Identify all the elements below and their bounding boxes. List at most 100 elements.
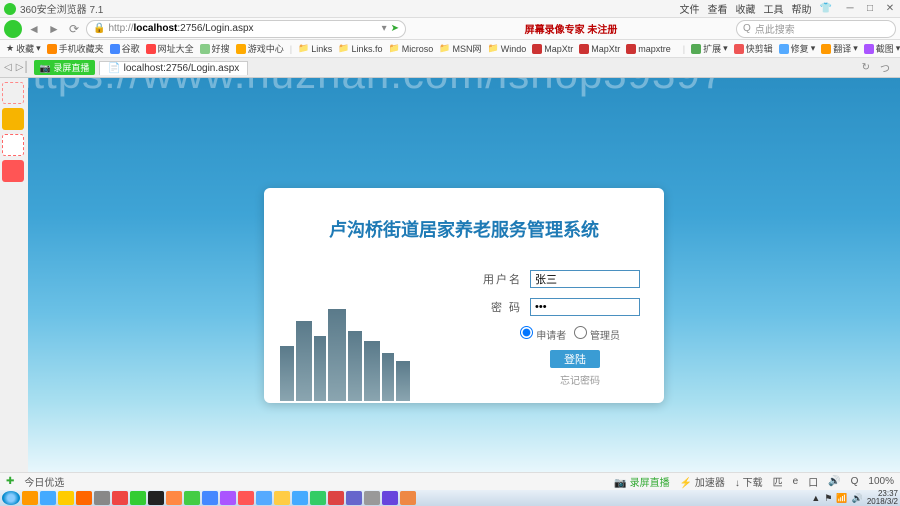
address-bar[interactable]: 🔒 http:// localhost :2756/Login.aspx ▾ ➤ bbox=[86, 20, 406, 38]
task-icon[interactable] bbox=[292, 491, 308, 505]
task-icon[interactable] bbox=[256, 491, 272, 505]
go-icon[interactable]: ➤ bbox=[391, 23, 399, 34]
side-360-icon[interactable] bbox=[2, 82, 24, 104]
role-admin[interactable]: 管理员 bbox=[574, 326, 620, 342]
status-item[interactable]: e bbox=[793, 476, 799, 487]
fav-item[interactable]: MapXtr bbox=[532, 44, 573, 54]
back-icon[interactable]: ◄ bbox=[26, 21, 42, 37]
maximize-icon[interactable]: □ bbox=[864, 3, 876, 15]
task-icon[interactable] bbox=[112, 491, 128, 505]
minimize-icon[interactable]: ─ bbox=[844, 3, 856, 15]
task-icon[interactable] bbox=[220, 491, 236, 505]
fav-ext[interactable]: 截图 ▾ bbox=[864, 42, 900, 55]
fav-item[interactable]: 谷歌 bbox=[110, 42, 140, 55]
task-icon[interactable] bbox=[328, 491, 344, 505]
tab-refresh-icon[interactable]: ↻ bbox=[862, 62, 870, 73]
page-viewport: https://www.huzhan.com/ishop39397 卢沟桥街道居… bbox=[28, 78, 900, 472]
task-icon[interactable] bbox=[58, 491, 74, 505]
menu-tools[interactable]: 工具 bbox=[764, 1, 784, 16]
forgot-link[interactable]: 忘记密码 bbox=[560, 372, 600, 387]
fav-item[interactable]: 游戏中心 bbox=[236, 42, 284, 55]
fav-item[interactable]: 好搜 bbox=[200, 42, 230, 55]
side-weibo-icon[interactable] bbox=[2, 108, 24, 130]
status-item[interactable]: ⚡ 加速器 bbox=[680, 474, 725, 489]
lock-icon: 🔒 bbox=[93, 23, 105, 34]
tray-up-icon[interactable]: ▲ bbox=[811, 493, 820, 503]
page-tab[interactable]: 📄 localhost:2756/Login.aspx bbox=[99, 61, 248, 75]
fav-ext[interactable]: 扩展 ▾ bbox=[691, 42, 728, 55]
menu-help[interactable]: 帮助 bbox=[792, 1, 812, 16]
menu-skin-icon[interactable]: 👕 bbox=[820, 3, 832, 14]
url-host: localhost bbox=[133, 23, 177, 34]
fav-item[interactable]: ★ 收藏 ▾ bbox=[6, 42, 41, 55]
menu-favorites[interactable]: 收藏 bbox=[736, 1, 756, 16]
green-tab[interactable]: 📷 录屏直播 bbox=[34, 60, 96, 75]
task-icon[interactable] bbox=[382, 491, 398, 505]
recorder-banner: 屏幕录像专家 未注册 bbox=[410, 21, 732, 36]
status-item[interactable]: 📷 录屏直播 bbox=[614, 474, 669, 489]
fav-item[interactable]: MapXtr bbox=[579, 44, 620, 54]
task-icon[interactable] bbox=[40, 491, 56, 505]
fav-item[interactable]: 📁MSN网 bbox=[439, 42, 481, 55]
task-icon[interactable] bbox=[22, 491, 38, 505]
menu-file[interactable]: 文件 bbox=[680, 1, 700, 16]
fav-item[interactable]: 手机收藏夹 bbox=[47, 42, 104, 55]
fav-item[interactable]: 📁Links bbox=[298, 43, 332, 54]
task-icon[interactable] bbox=[238, 491, 254, 505]
tab-close-icon[interactable]: つ bbox=[880, 60, 890, 75]
status-item[interactable]: Q bbox=[851, 476, 859, 487]
task-icon[interactable] bbox=[184, 491, 200, 505]
task-icon[interactable] bbox=[274, 491, 290, 505]
tray-clock[interactable]: 23:37 2018/3/2 bbox=[867, 490, 898, 506]
password-input[interactable] bbox=[530, 298, 640, 316]
tray-net-icon[interactable]: 📶 bbox=[836, 493, 847, 504]
username-input[interactable] bbox=[530, 270, 640, 288]
tab-home-icon[interactable]: ▷│ bbox=[16, 62, 30, 73]
tab-back-icon[interactable]: ◁ bbox=[4, 62, 12, 73]
task-icon[interactable] bbox=[202, 491, 218, 505]
fav-item[interactable]: 📁Microso bbox=[389, 43, 434, 54]
add-icon[interactable]: ✚ bbox=[6, 476, 14, 487]
search-icon: Q bbox=[743, 23, 751, 34]
zoom-level[interactable]: 100% bbox=[868, 476, 894, 487]
side-shop-icon[interactable] bbox=[2, 160, 24, 182]
task-icon[interactable] bbox=[148, 491, 164, 505]
task-icon[interactable] bbox=[400, 491, 416, 505]
menu-view[interactable]: 查看 bbox=[708, 1, 728, 16]
status-item[interactable]: ↓ 下载 bbox=[735, 474, 763, 489]
fav-item[interactable]: 📁Links.fo bbox=[338, 43, 382, 54]
task-icon[interactable] bbox=[94, 491, 110, 505]
search-bar[interactable]: Q 点此搜索 bbox=[736, 20, 896, 38]
status-item[interactable]: 🔊 bbox=[828, 476, 840, 487]
password-label: 密 码 bbox=[482, 299, 522, 315]
fav-ext[interactable]: 修复 ▾ bbox=[779, 42, 816, 55]
login-button[interactable]: 登陆 bbox=[550, 350, 600, 368]
buildings-image bbox=[280, 306, 420, 401]
system-tray[interactable]: ▲ ⚑ 📶 🔊 23:37 2018/3/2 bbox=[811, 490, 898, 506]
fav-item[interactable]: 📁Windo bbox=[487, 43, 526, 54]
fav-item[interactable]: mapxtre bbox=[626, 44, 671, 54]
forward-icon[interactable]: ► bbox=[46, 21, 62, 37]
status-item[interactable]: 口 bbox=[808, 474, 818, 489]
tray-vol-icon[interactable]: 🔊 bbox=[852, 493, 863, 504]
browser-title: 360安全浏览器 7.1 bbox=[20, 1, 103, 16]
reload-icon[interactable]: ⟳ bbox=[66, 21, 82, 37]
username-row: 用户名 bbox=[288, 270, 640, 288]
side-app-icon[interactable] bbox=[2, 134, 24, 156]
status-item[interactable]: 匹 bbox=[773, 474, 783, 489]
task-icon[interactable] bbox=[166, 491, 182, 505]
task-icon[interactable] bbox=[130, 491, 146, 505]
close-icon[interactable]: ✕ bbox=[884, 3, 896, 15]
dropdown-icon[interactable]: ▾ bbox=[382, 23, 387, 34]
task-icon[interactable] bbox=[76, 491, 92, 505]
task-icon[interactable] bbox=[310, 491, 326, 505]
fav-ext[interactable]: 翻译 ▾ bbox=[821, 42, 858, 55]
today-link[interactable]: 今日优选 bbox=[24, 474, 64, 489]
start-button[interactable] bbox=[2, 491, 20, 505]
task-icon[interactable] bbox=[346, 491, 362, 505]
fav-item[interactable]: 网址大全 bbox=[146, 42, 194, 55]
role-applicant[interactable]: 申请者 bbox=[520, 326, 566, 342]
task-icon[interactable] bbox=[364, 491, 380, 505]
fav-ext[interactable]: 快剪辑 bbox=[734, 42, 773, 55]
tray-flag-icon[interactable]: ⚑ bbox=[824, 493, 832, 504]
